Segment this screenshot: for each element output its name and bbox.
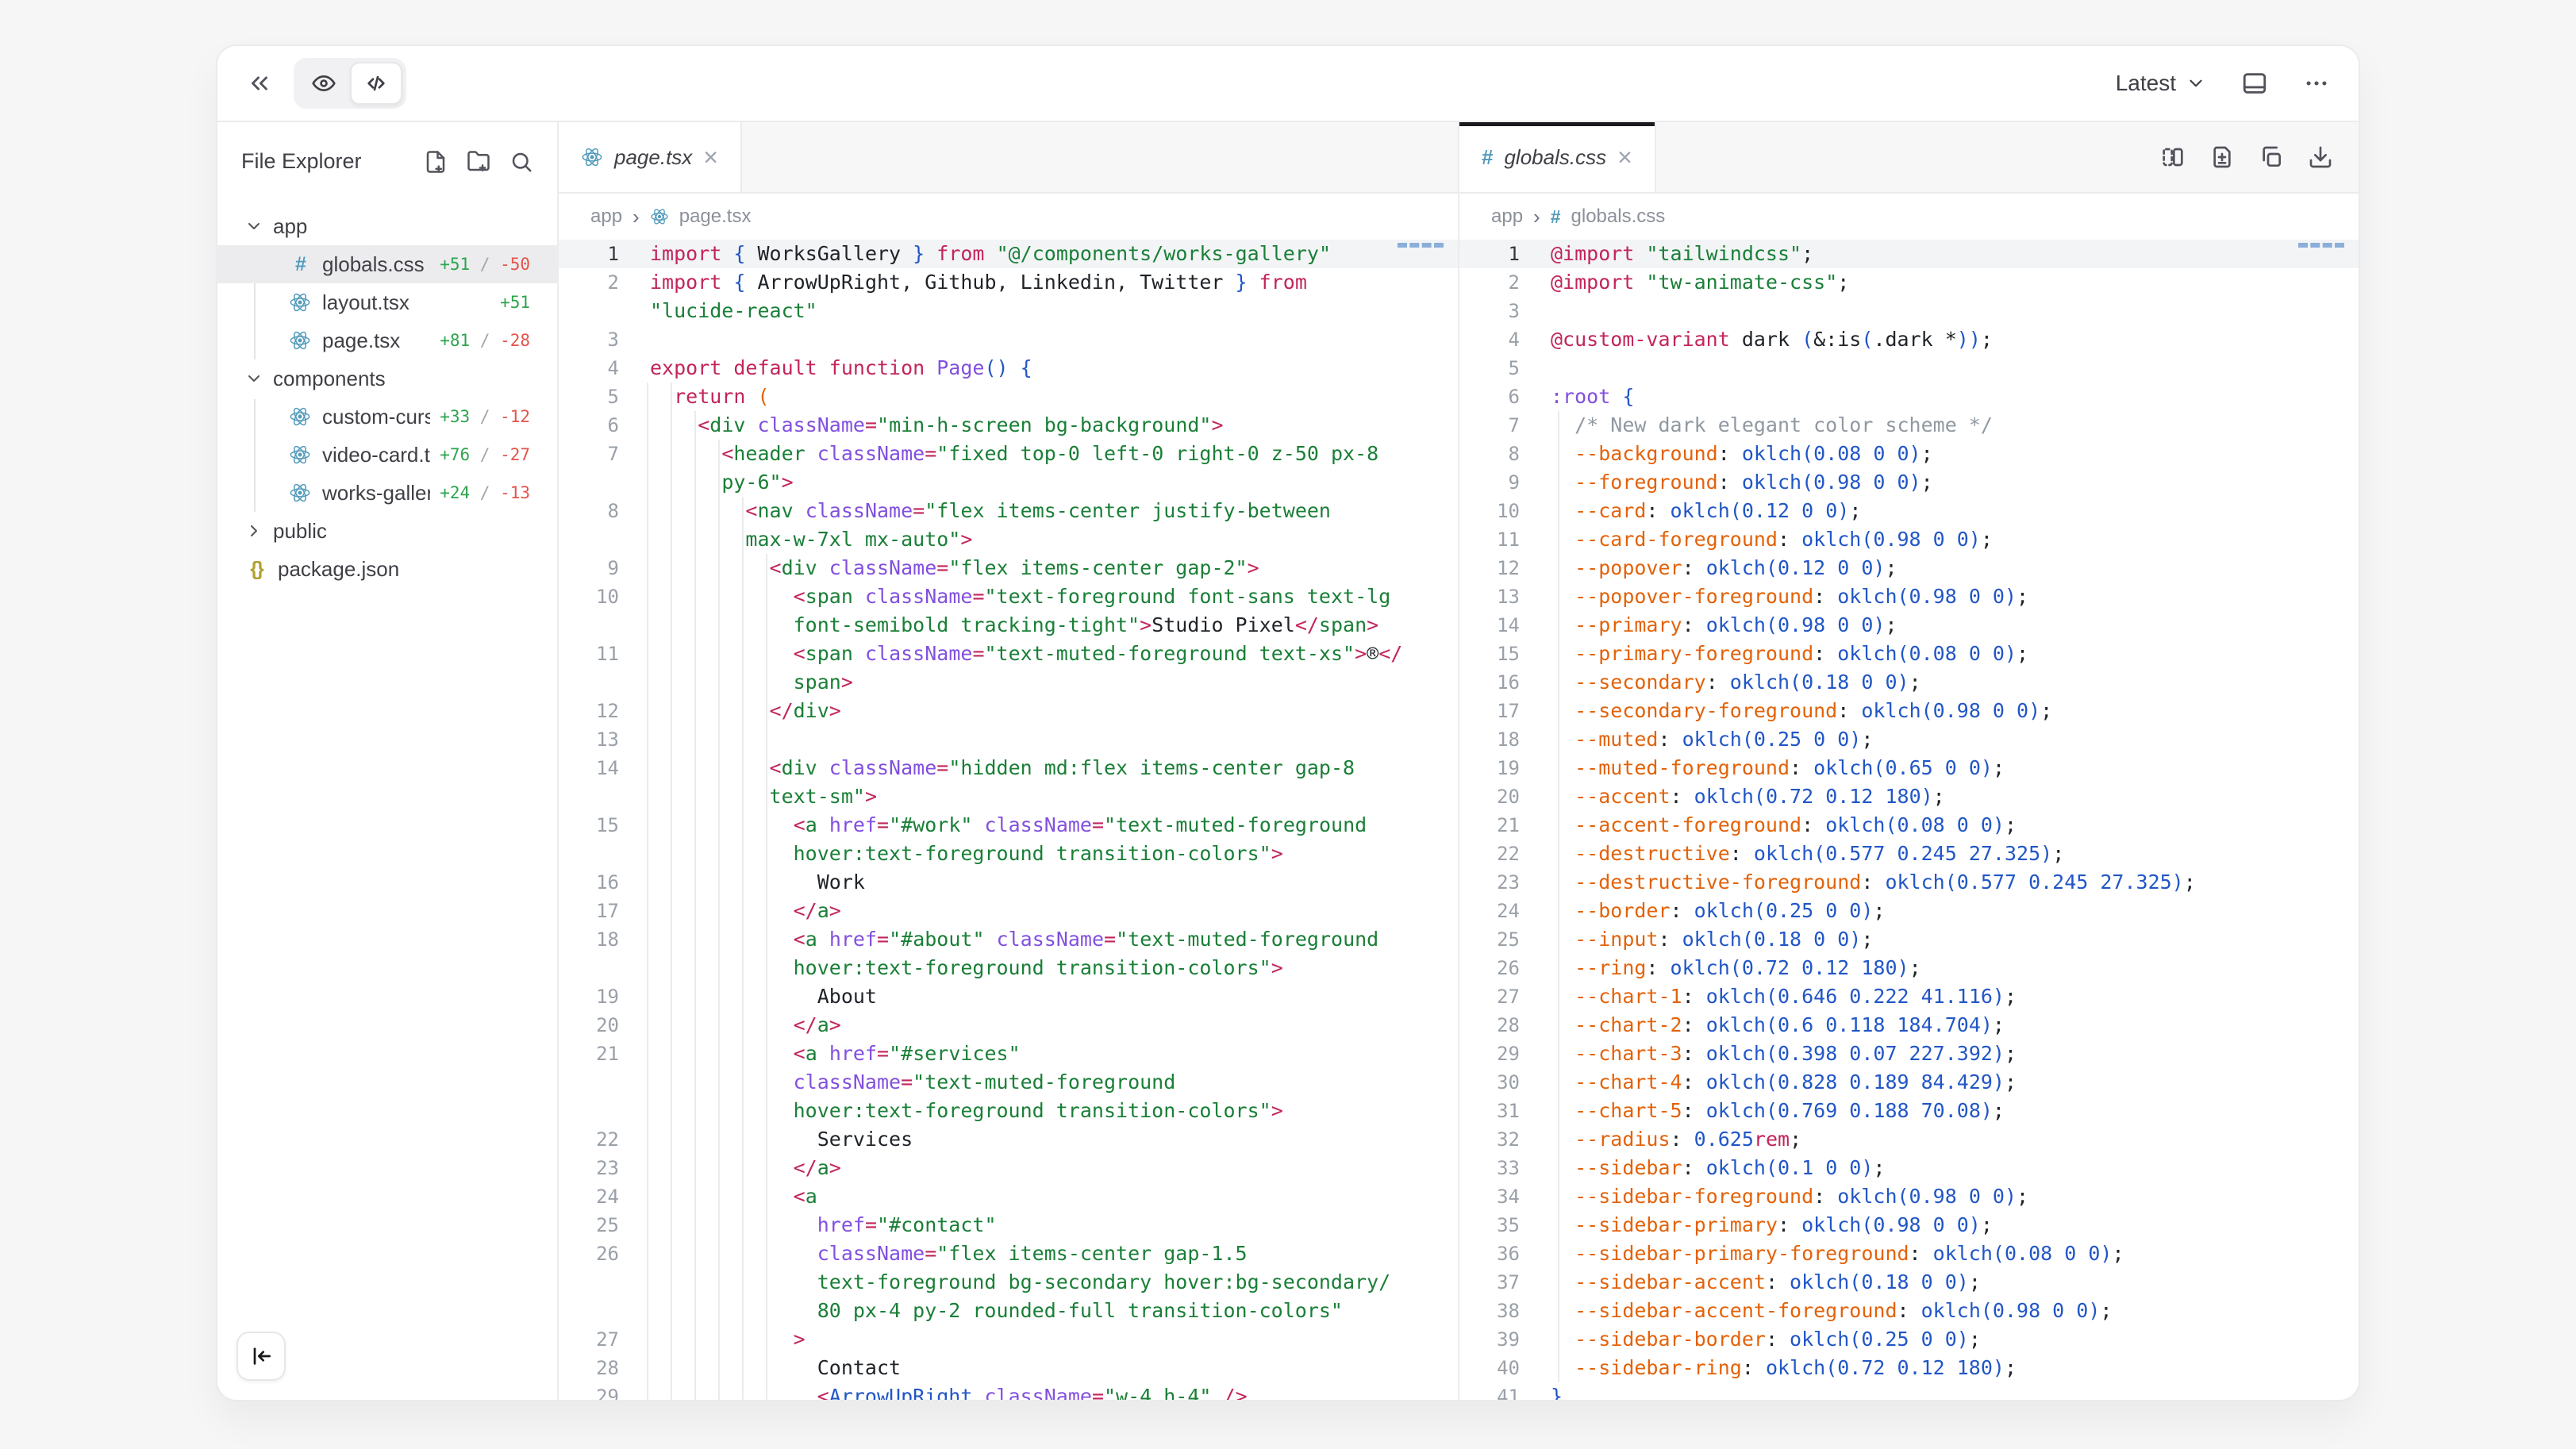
- top-toolbar: Latest: [217, 46, 2359, 122]
- breadcrumb: app › page.tsx: [559, 194, 1458, 240]
- file-explorer-sidebar: File Explorer: [217, 122, 559, 1400]
- close-icon[interactable]: ×: [1617, 144, 1632, 170]
- open-in-browser-button[interactable]: [2241, 70, 2268, 97]
- scrollbar-indicator[interactable]: [1398, 243, 1444, 248]
- download-button[interactable]: [2308, 144, 2333, 170]
- diff-stats: +33 / -12: [440, 407, 530, 426]
- code-lines: 1@import "tailwindcss";2@import "tw-anim…: [1459, 240, 2359, 1400]
- tree-file-layout-tsx[interactable]: layout.tsx +51: [236, 283, 538, 321]
- editor-pane-globals-css: # globals.css ×: [1459, 122, 2359, 1400]
- json-file-icon: {}: [244, 558, 268, 581]
- file-diff-icon: [2209, 144, 2235, 170]
- css-file-icon: #: [1551, 206, 1561, 228]
- code-icon: [363, 71, 389, 96]
- chevron-down-icon: [244, 369, 263, 388]
- ellipsis-icon: [2303, 70, 2330, 97]
- react-file-icon: [289, 482, 313, 504]
- chevron-right-icon: [244, 521, 263, 540]
- browser-window-icon: [2241, 70, 2268, 97]
- version-label: Latest: [2116, 71, 2176, 96]
- chevron-down-icon: [244, 217, 263, 236]
- editor-window: Latest File Explorer: [216, 44, 2360, 1401]
- preview-code-toggle: [294, 58, 406, 109]
- breadcrumb-separator-icon: ›: [632, 205, 640, 229]
- new-file-button[interactable]: [424, 150, 448, 174]
- tab-label: globals.css: [1504, 145, 1606, 170]
- diff-stats: +81 / -28: [440, 331, 530, 350]
- chevrons-left-icon: [246, 70, 273, 97]
- more-options-button[interactable]: [2303, 70, 2330, 97]
- collapse-sidebar-button[interactable]: [236, 1332, 286, 1381]
- file-tree: app # globals.css +51 / -50 layout.tsx +…: [236, 207, 538, 588]
- tree-file-video-card[interactable]: video-card.tsx +76 / -27: [236, 436, 538, 474]
- pane-actions: [2160, 122, 2359, 192]
- react-file-icon: [289, 405, 313, 428]
- new-folder-button[interactable]: [467, 150, 490, 174]
- breadcrumb: app › # globals.css: [1459, 194, 2359, 240]
- collapse-panel-button[interactable]: [246, 70, 273, 97]
- download-icon: [2308, 144, 2333, 170]
- tab-page-tsx[interactable]: page.tsx ×: [559, 122, 742, 192]
- diff-stats: +76 / -27: [440, 445, 530, 464]
- tree-folder-public[interactable]: public: [236, 512, 538, 550]
- tabbar: # globals.css ×: [1459, 122, 2359, 194]
- tree-file-works-gallery[interactable]: works-galler… +24 / -13: [236, 474, 538, 512]
- split-view-button[interactable]: [2160, 144, 2186, 170]
- copy-button[interactable]: [2259, 144, 2284, 170]
- file-diff-button[interactable]: [2209, 144, 2235, 170]
- preview-toggle-button[interactable]: [298, 62, 350, 105]
- react-file-icon: [289, 291, 313, 313]
- close-icon[interactable]: ×: [703, 144, 718, 170]
- diff-stats: +51: [500, 293, 530, 312]
- editor-pane-page-tsx: page.tsx × app › page.tsx: [559, 122, 1459, 1400]
- css-file-icon: #: [289, 253, 313, 276]
- code-editor-globals-css: 1@import "tailwindcss";2@import "tw-anim…: [1459, 240, 2359, 1400]
- folder-plus-icon: [467, 150, 490, 174]
- tabbar: page.tsx ×: [559, 122, 1458, 194]
- code-lines: 1import { WorksGallery } from "@/compone…: [559, 240, 1458, 1400]
- react-file-icon: [581, 146, 603, 168]
- diff-stats: +24 / -13: [440, 483, 530, 502]
- file-explorer-title: File Explorer: [241, 149, 362, 174]
- copy-icon: [2259, 144, 2284, 170]
- tab-label: page.tsx: [614, 145, 692, 170]
- tree-folder-components[interactable]: components: [236, 359, 538, 398]
- tab-globals-css[interactable]: # globals.css ×: [1459, 122, 1656, 192]
- breadcrumb-separator-icon: ›: [1533, 205, 1540, 229]
- tree-file-page-tsx[interactable]: page.tsx +81 / -28: [236, 321, 538, 359]
- diff-stats: +51 / -50: [440, 255, 530, 274]
- version-selector[interactable]: Latest: [2116, 71, 2206, 96]
- react-file-icon: [289, 329, 313, 352]
- chevron-down-icon: [2186, 73, 2206, 94]
- split-panel-icon: [2160, 144, 2186, 170]
- panel-collapse-left-icon: [248, 1343, 274, 1369]
- react-file-icon: [289, 444, 313, 466]
- css-file-icon: #: [1482, 145, 1493, 170]
- tree-file-globals-css[interactable]: # globals.css +51 / -50: [217, 245, 557, 283]
- tree-folder-app[interactable]: app: [236, 207, 538, 245]
- eye-icon: [311, 71, 336, 96]
- tree-file-package-json[interactable]: {} package.json: [236, 550, 538, 588]
- tree-file-custom-cursor[interactable]: custom-curs… +33 / -12: [236, 398, 538, 436]
- search-icon: [509, 150, 533, 174]
- code-editor-page-tsx: 1import { WorksGallery } from "@/compone…: [559, 240, 1458, 1400]
- file-plus-icon: [424, 150, 448, 174]
- react-file-icon: [650, 207, 669, 226]
- search-files-button[interactable]: [509, 150, 533, 174]
- code-toggle-button[interactable]: [350, 62, 402, 105]
- scrollbar-indicator[interactable]: [2298, 243, 2344, 248]
